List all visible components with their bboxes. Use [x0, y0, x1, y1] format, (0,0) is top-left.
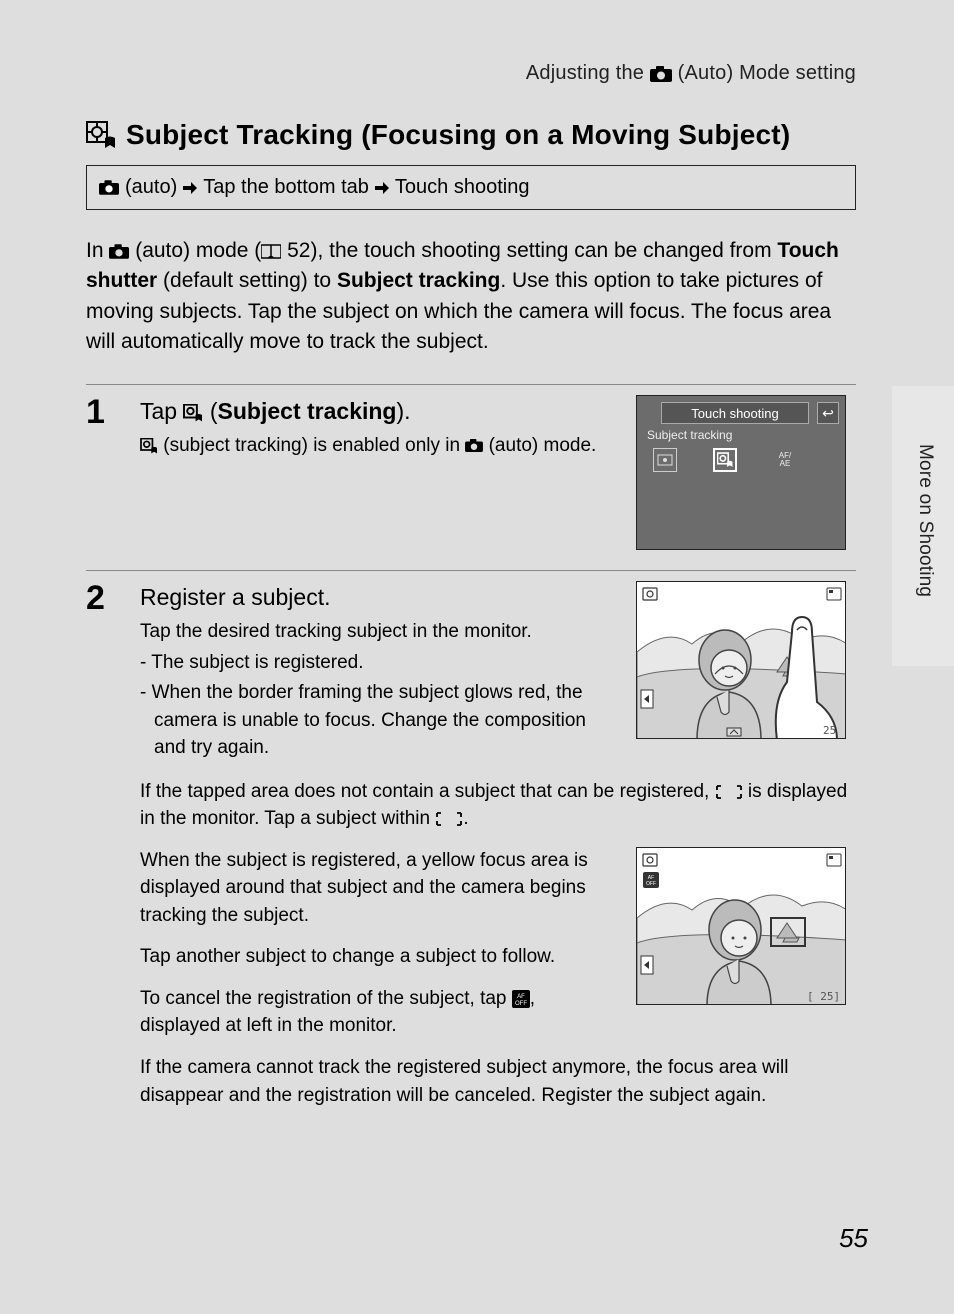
- step2-bullets: The subject is registered. When the bord…: [140, 649, 616, 761]
- step-note: (subject tracking) is enabled only in (a…: [140, 432, 612, 460]
- step2-p6: If the camera cannot track the registere…: [140, 1054, 856, 1109]
- navigation-path: (auto) Tap the bottom tab Touch shooting: [86, 165, 856, 210]
- menu-header: Touch shooting: [661, 402, 809, 424]
- camera-icon: [650, 66, 672, 82]
- step1-figure: Touch shooting ↩ Subject tracking AF/AE: [636, 395, 856, 550]
- nav-p3: Touch shooting: [395, 176, 530, 199]
- step-heading: Tap (Subject tracking).: [140, 395, 612, 428]
- back-icon: ↩: [817, 402, 839, 424]
- step1-note2: (auto) mode.: [489, 435, 597, 456]
- svg-text:OFF: OFF: [515, 1001, 527, 1007]
- step-number: 2: [86, 581, 126, 1109]
- focus-brackets-icon: [435, 811, 463, 827]
- camera-monitor-illustration: 25: [636, 581, 846, 739]
- running-head-suffix: (Auto) Mode setting: [678, 62, 856, 84]
- page: More on Shooting Adjusting the (Auto) Mo…: [0, 0, 954, 1314]
- step2-p3: When the subject is registered, a yellow…: [140, 847, 612, 930]
- af-ae-option-icon: AF/AE: [773, 448, 797, 472]
- nav-p1: (auto): [125, 176, 177, 199]
- step1-paren-close: ).: [396, 398, 410, 424]
- step2-line1: Tap the desired tracking subject in the …: [140, 618, 616, 646]
- subject-tracking-icon: [183, 404, 203, 422]
- side-tab-label: More on Shooting: [914, 444, 936, 597]
- step-body: Register a subject. Tap the desired trac…: [140, 581, 856, 1109]
- subject-tracking-option-icon: [713, 448, 737, 472]
- step-1: 1 Tap (Subject tracking). (subject track…: [86, 384, 856, 570]
- svg-text:25: 25: [823, 724, 836, 737]
- step2-p5: To cancel the registration of the subjec…: [140, 985, 612, 1040]
- intro-t3: 52), the touch shooting setting can be c…: [281, 239, 777, 262]
- page-title: Subject Tracking (Focusing on a Moving S…: [86, 119, 856, 151]
- intro-t4: (default setting) to: [157, 269, 337, 292]
- nav-p2: Tap the bottom tab: [203, 176, 369, 199]
- step2-figure-2: AFOFF [ 25]: [636, 847, 856, 1040]
- subject-tracking-icon: [86, 121, 116, 149]
- intro-bold2: Subject tracking: [337, 269, 500, 292]
- arrow-right-icon: [375, 181, 389, 195]
- intro-t2: (auto) mode (: [135, 239, 261, 262]
- title-text: Subject Tracking (Focusing on a Moving S…: [126, 119, 790, 151]
- step2-p4: Tap another subject to change a subject …: [140, 943, 612, 971]
- step-2: 2 Register a subject. Tap the desired tr…: [86, 570, 856, 1109]
- step-number: 1: [86, 395, 126, 550]
- camera-menu-screen: Touch shooting ↩ Subject tracking AF/AE: [636, 395, 846, 550]
- cancel-tracking-icon: AFOFF: [512, 990, 530, 1008]
- touch-shutter-option-icon: [653, 448, 677, 472]
- step2-figure-1: 25: [636, 581, 856, 764]
- subject-tracking-icon: [140, 438, 158, 454]
- camera-monitor-illustration: AFOFF [ 25]: [636, 847, 846, 1005]
- svg-text:[ 25]: [ 25]: [807, 990, 840, 1003]
- step1-note1: (subject tracking) is enabled only in: [163, 435, 465, 456]
- step2-p2: If the tapped area does not contain a su…: [140, 778, 856, 833]
- svg-text:AF: AF: [517, 994, 525, 1000]
- intro-t1: In: [86, 239, 109, 262]
- step1-head-prefix: Tap: [140, 398, 183, 424]
- content-area: Adjusting the (Auto) Mode setting Subjec…: [86, 62, 856, 1109]
- camera-icon: [99, 180, 119, 195]
- intro-paragraph: In (auto) mode ( 52), the touch shooting…: [86, 236, 856, 358]
- step2-lower-block: When the subject is registered, a yellow…: [140, 847, 856, 1040]
- bullet-item: The subject is registered.: [154, 649, 616, 677]
- step-heading: Register a subject.: [140, 581, 616, 614]
- bullet-item: When the border framing the subject glow…: [154, 679, 616, 762]
- page-number: 55: [839, 1223, 868, 1254]
- arrow-right-icon: [183, 181, 197, 195]
- camera-icon: [109, 244, 129, 259]
- camera-icon: [465, 439, 483, 452]
- step1-paren-open: (: [210, 398, 218, 424]
- svg-text:OFF: OFF: [646, 881, 656, 887]
- step1-head-bold: Subject tracking: [218, 398, 397, 424]
- p2c: .: [463, 808, 468, 829]
- running-head-prefix: Adjusting the: [526, 62, 650, 84]
- menu-options-row: AF/AE: [647, 446, 835, 474]
- book-ref-icon: [261, 244, 281, 259]
- focus-brackets-icon: [715, 784, 743, 800]
- running-head: Adjusting the (Auto) Mode setting: [86, 62, 856, 85]
- p5a: To cancel the registration of the subjec…: [140, 988, 512, 1009]
- p2a: If the tapped area does not contain a su…: [140, 781, 715, 802]
- menu-subtitle: Subject tracking: [647, 428, 732, 442]
- step-body: Tap (Subject tracking). (subject trackin…: [140, 395, 612, 550]
